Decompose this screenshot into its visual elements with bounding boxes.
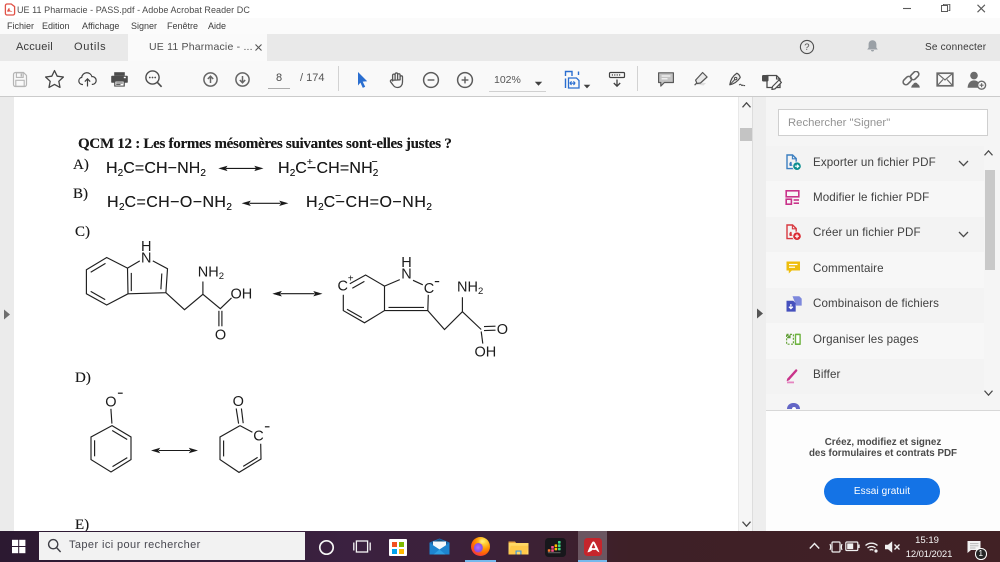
svg-text:N: N: [401, 266, 411, 282]
svg-text:O: O: [497, 322, 508, 338]
svg-text:N: N: [141, 250, 151, 266]
svg-text:O: O: [105, 394, 116, 410]
svg-text:C: C: [338, 279, 348, 295]
svg-text:O: O: [233, 394, 244, 410]
svg-text:NH2: NH2: [457, 280, 483, 298]
svg-text:O: O: [215, 328, 226, 344]
svg-text:OH: OH: [231, 287, 253, 303]
svg-text:C: C: [253, 428, 263, 444]
svg-text:NH2: NH2: [198, 265, 224, 283]
svg-text:+: +: [348, 274, 354, 285]
svg-text:OH: OH: [475, 345, 497, 361]
svg-text:?: ?: [804, 42, 809, 53]
svg-text:C: C: [424, 281, 434, 297]
